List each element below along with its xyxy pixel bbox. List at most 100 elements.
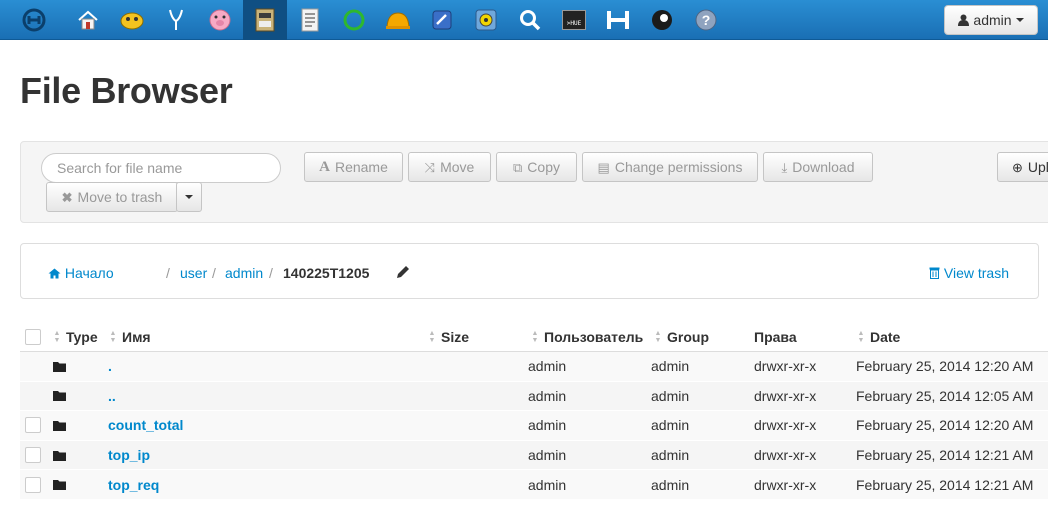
svg-text:?: ? — [702, 12, 711, 28]
change-permissions-button[interactable]: ▤ Change permissions — [582, 152, 758, 182]
sort-icon: ▲ ▼ — [531, 329, 539, 344]
file-browser-icon[interactable] — [243, 0, 287, 40]
view-trash-link[interactable]: View trash — [929, 264, 1009, 282]
rename-label: Rename — [334, 159, 388, 175]
column-header-user[interactable]: ▲ ▼ Пользователь — [531, 322, 644, 351]
table-body: . admin admin drwxr-xr-x February 25, 20… — [20, 352, 1048, 500]
file-permissions: drwxr-xr-x — [754, 417, 817, 434]
table-row[interactable]: count_total admin admin drwxr-xr-x Febru… — [20, 411, 1048, 441]
shell-icon-label: >HUE — [562, 10, 586, 30]
column-header-name[interactable]: ▲ ▼ Имя — [109, 322, 151, 351]
file-table: ▲ ▼ Type ▲ ▼ Имя ▲ ▼ Size ▲ ▼ Пользователь ▲… — [20, 322, 1048, 500]
user-menu-button[interactable]: admin — [944, 5, 1038, 35]
column-header-perms[interactable]: Права — [754, 322, 797, 351]
table-row[interactable]: . admin admin drwxr-xr-x February 25, 20… — [20, 352, 1048, 382]
sort-icon: ▲ ▼ — [53, 329, 61, 344]
sqoop-icon[interactable] — [420, 0, 464, 40]
column-header-group[interactable]: ▲ ▼ Group — [654, 322, 709, 351]
hue-logo-icon[interactable] — [12, 0, 56, 40]
column-header-date[interactable]: ▲ ▼ Date — [857, 322, 901, 351]
column-header-size[interactable]: ▲ ▼ Size — [428, 322, 469, 351]
rename-button[interactable]: A Rename — [304, 152, 403, 182]
chevron-down-icon — [185, 195, 193, 199]
folder-icon — [53, 411, 66, 440]
profile-icon[interactable] — [640, 0, 684, 40]
breadcrumb-item-user[interactable]: user — [180, 264, 207, 282]
sort-icon: ▲ ▼ — [654, 329, 662, 344]
file-date: February 25, 2014 12:21 AM — [856, 447, 1034, 464]
hbase-icon[interactable] — [376, 0, 420, 40]
row-checkbox[interactable] — [25, 441, 41, 470]
home-icon — [48, 268, 61, 279]
breadcrumb-current: 140225T1205 — [283, 265, 370, 281]
breadcrumb-separator: / — [166, 265, 170, 281]
home-icon[interactable] — [66, 0, 110, 40]
row-checkbox[interactable] — [25, 411, 41, 440]
breadcrumb-separator: / — [212, 265, 216, 281]
list-alt-icon: ▤ — [597, 159, 610, 175]
impala-icon[interactable] — [154, 0, 198, 40]
user-icon — [958, 14, 970, 26]
copy-icon: ⧉ — [513, 159, 523, 175]
hdfs-icon[interactable] — [596, 0, 640, 40]
move-label: Move — [440, 159, 475, 175]
table-row[interactable]: top_ip admin admin drwxr-xr-x February 2… — [20, 440, 1048, 471]
change-permissions-label: Change permissions — [614, 159, 743, 175]
shell-icon[interactable]: >HUE — [552, 0, 596, 40]
user-menu-label: admin — [973, 12, 1012, 28]
file-user: admin — [528, 476, 567, 493]
breadcrumb-item-admin[interactable]: admin — [225, 264, 263, 282]
upload-button[interactable]: ⊕ Upload — [997, 152, 1048, 182]
shuffle-icon: ⤨ — [424, 159, 436, 175]
move-to-trash-button[interactable]: ✖ Move to trash — [46, 182, 178, 212]
file-date: February 25, 2014 12:20 AM — [856, 417, 1034, 434]
file-group: admin — [651, 358, 690, 375]
upload-circle-icon: ⊕ — [1012, 159, 1023, 175]
file-user: admin — [528, 358, 567, 375]
hive-icon[interactable] — [110, 0, 154, 40]
trash-options-dropdown[interactable] — [176, 182, 202, 212]
file-group: admin — [651, 387, 690, 404]
help-icon[interactable]: ? — [684, 0, 728, 40]
file-permissions: drwxr-xr-x — [754, 476, 817, 493]
breadcrumb-home-label: Начало — [64, 265, 114, 281]
file-user: admin — [528, 447, 567, 464]
file-name-link[interactable]: top_req — [108, 477, 159, 493]
row-checkbox[interactable] — [25, 470, 41, 499]
copy-button[interactable]: ⧉ Copy — [496, 152, 577, 182]
move-to-trash-label: Move to trash — [77, 189, 163, 205]
file-name-link[interactable]: top_ip — [108, 447, 150, 463]
folder-icon — [53, 352, 66, 381]
zookeeper-icon[interactable] — [464, 0, 508, 40]
search-input[interactable] — [41, 153, 281, 183]
breadcrumb-home-link[interactable]: Начало — [48, 264, 114, 282]
file-name-link[interactable]: . — [108, 358, 112, 374]
column-header-type[interactable]: ▲ ▼ Type — [53, 322, 98, 351]
file-permissions: drwxr-xr-x — [754, 447, 817, 464]
move-button[interactable]: ⤨ Move — [408, 152, 491, 182]
file-user: admin — [528, 387, 567, 404]
file-date: February 25, 2014 12:05 AM — [856, 387, 1034, 404]
font-icon: A — [319, 158, 330, 175]
view-trash-label: View trash — [943, 265, 1009, 281]
action-toolbar: A Rename ⤨ Move ⧉ Copy ▤ Change permissi… — [20, 141, 1048, 223]
download-label: Download — [792, 159, 855, 175]
file-group: admin — [651, 417, 690, 434]
file-name-link[interactable]: .. — [108, 388, 116, 404]
file-date: February 25, 2014 12:21 AM — [856, 476, 1034, 493]
edit-path-icon[interactable] — [396, 265, 410, 283]
table-row[interactable]: top_req admin admin drwxr-xr-x February … — [20, 470, 1048, 500]
file-user: admin — [528, 417, 567, 434]
download-button[interactable]: ⤓ Download — [763, 152, 873, 182]
file-name-link[interactable]: count_total — [108, 417, 183, 433]
job-browser-icon[interactable] — [288, 0, 332, 40]
search-icon[interactable] — [508, 0, 552, 40]
chevron-down-icon — [1015, 18, 1024, 22]
file-date: February 25, 2014 12:20 AM — [856, 358, 1034, 375]
breadcrumb-separator: / — [269, 265, 273, 281]
select-all-checkbox[interactable] — [25, 322, 41, 351]
upload-label: Upload — [1027, 159, 1048, 175]
table-row[interactable]: .. admin admin drwxr-xr-x February 25, 2… — [20, 381, 1048, 412]
pig-icon[interactable] — [198, 0, 242, 40]
oozie-icon[interactable] — [332, 0, 376, 40]
